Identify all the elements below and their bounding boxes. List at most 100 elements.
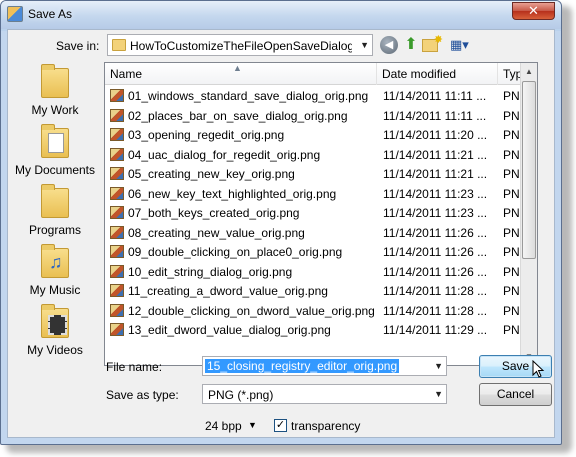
music-icon xyxy=(41,244,69,278)
file-date: 11/14/2011 11:21 ... xyxy=(383,147,488,162)
chevron-down-icon[interactable]: ▼ xyxy=(434,361,443,371)
dialog-client: Save in: HowToCustomizeTheFileOpenSaveDi… xyxy=(7,29,555,438)
save-as-type-label: Save as type: xyxy=(106,388,179,402)
png-file-icon xyxy=(110,108,124,122)
column-date-modified[interactable]: Date modified xyxy=(377,63,498,85)
paint-app-icon xyxy=(7,6,23,22)
file-name: 12_double_clicking_on_dword_value_orig.p… xyxy=(128,303,375,318)
scroll-thumb[interactable] xyxy=(522,81,536,259)
up-folder-icon[interactable]: ⬆ xyxy=(402,36,420,54)
file-name: 11_creating_a_dword_value_orig.png xyxy=(128,284,328,298)
png-file-icon xyxy=(110,303,124,317)
file-row[interactable]: 11_creating_a_dword_value_orig.png 11/14/… xyxy=(105,281,537,301)
png-file-icon xyxy=(110,147,124,161)
file-name-label: File name: xyxy=(106,360,163,374)
sort-ascending-icon: ▲ xyxy=(233,63,242,73)
place-my-videos[interactable]: My Videos xyxy=(8,304,102,357)
file-row[interactable]: 10_edit_string_dialog_orig.png 11/14/2011… xyxy=(105,262,537,282)
file-name-value: 15_closing_registry_editor_orig.png xyxy=(205,359,400,373)
file-name: 04_uac_dialog_for_regedit_orig.png xyxy=(128,147,321,162)
scroll-up-icon[interactable]: ▲ xyxy=(521,63,537,80)
folder-icon xyxy=(112,39,126,51)
file-date: 11/14/2011 11:26 ... xyxy=(383,245,488,259)
file-date: 11/14/2011 11:26 ... xyxy=(383,264,488,279)
file-date: 11/14/2011 11:23 ... xyxy=(383,186,488,201)
back-icon[interactable]: ◀ xyxy=(380,36,398,54)
place-label: My Music xyxy=(29,283,81,297)
save-in-value: HowToCustomizeTheFileOpenSaveDialogBox xyxy=(130,39,352,53)
documents-icon xyxy=(41,124,69,158)
png-file-icon xyxy=(110,245,124,258)
cancel-button[interactable]: Cancel xyxy=(479,383,552,406)
transparency-label: transparency xyxy=(291,419,361,433)
folder-icon xyxy=(41,64,69,98)
place-label: My Documents xyxy=(14,163,96,177)
window-title: Save As xyxy=(28,7,73,21)
file-row[interactable]: 06_new_key_text_highlighted_orig.png 11/1… xyxy=(105,184,537,204)
vertical-scrollbar[interactable]: ▲ ▼ xyxy=(520,63,537,365)
png-file-icon xyxy=(110,167,124,180)
folder-icon xyxy=(41,184,69,218)
file-date: 11/14/2011 11:28 ... xyxy=(383,284,488,298)
file-name: 13_edit_dword_value_dialog_orig.png xyxy=(128,323,331,337)
place-my-documents[interactable]: My Documents xyxy=(8,124,102,177)
place-programs[interactable]: Programs xyxy=(8,184,102,237)
file-row[interactable]: 12_double_clicking_on_dword_value_orig.p… xyxy=(105,301,537,321)
view-menu-icon[interactable]: ▦▾ xyxy=(450,36,476,54)
new-folder-icon[interactable]: ✸ xyxy=(422,34,443,52)
chevron-down-icon: ▼ xyxy=(360,40,369,50)
file-name: 03_opening_regedit_orig.png xyxy=(128,128,285,142)
column-header: ▲ Name Date modified Type xyxy=(105,63,537,85)
png-file-icon xyxy=(110,225,124,239)
file-name: 08_creating_new_value_orig.png xyxy=(128,225,305,240)
column-name[interactable]: ▲ Name xyxy=(105,63,377,85)
file-name-input[interactable]: 15_closing_registry_editor_orig.png ▼ xyxy=(202,356,447,376)
chevron-down-icon: ▼ xyxy=(434,389,443,399)
file-date: 11/14/2011 11:29 ... xyxy=(383,323,488,337)
file-name: 05_creating_new_key_orig.png xyxy=(128,167,295,181)
chevron-down-icon[interactable]: ▼ xyxy=(248,420,257,430)
file-date: 11/14/2011 11:23 ... xyxy=(383,206,488,220)
file-row[interactable]: 07_both_keys_created_orig.png 11/14/2011 … xyxy=(105,203,537,223)
save-in-dropdown[interactable]: HowToCustomizeTheFileOpenSaveDialogBox ▼ xyxy=(107,34,373,56)
file-date: 11/14/2011 11:21 ... xyxy=(383,167,488,181)
file-row[interactable]: 05_creating_new_key_orig.png 11/14/2011 1… xyxy=(105,164,537,184)
file-name: 10_edit_string_dialog_orig.png xyxy=(128,264,293,279)
file-date: 11/14/2011 11:11 ... xyxy=(383,89,487,103)
file-row[interactable]: 09_double_clicking_on_place0_orig.png 11/… xyxy=(105,242,537,262)
save-as-type-dropdown[interactable]: PNG (*.png) ▼ xyxy=(202,384,447,404)
save-as-dialog: Save As ✕ Save in: HowToCustomizeTheFile… xyxy=(0,0,562,445)
file-name: 07_both_keys_created_orig.png xyxy=(128,206,300,220)
file-name: 01_windows_standard_save_dialog_orig.png xyxy=(128,89,369,103)
place-label: My Work xyxy=(31,103,79,117)
bpp-value[interactable]: 24 bpp xyxy=(205,419,242,433)
place-label: My Videos xyxy=(27,343,83,357)
png-file-icon xyxy=(110,264,124,278)
title-bar[interactable]: Save As ✕ xyxy=(1,1,561,29)
file-rows: 01_windows_standard_save_dialog_orig.png… xyxy=(105,86,537,340)
png-file-icon xyxy=(110,284,124,297)
png-file-icon xyxy=(110,186,124,200)
file-name: 09_double_clicking_on_place0_orig.png xyxy=(128,245,343,259)
file-date: 11/14/2011 11:26 ... xyxy=(383,225,488,240)
png-file-icon xyxy=(110,89,124,102)
file-row[interactable]: 01_windows_standard_save_dialog_orig.png… xyxy=(105,86,537,106)
file-row[interactable]: 03_opening_regedit_orig.png 11/14/2011 11… xyxy=(105,125,537,145)
png-file-icon xyxy=(110,323,124,336)
file-list[interactable]: ▲ Name Date modified Type 01_windows_sta… xyxy=(104,62,538,366)
place-my-music[interactable]: My Music xyxy=(8,244,102,297)
transparency-checkbox[interactable]: ✓ xyxy=(274,419,287,432)
place-my-work[interactable]: My Work xyxy=(8,64,102,117)
file-name: 06_new_key_text_highlighted_orig.png xyxy=(128,186,337,201)
close-button[interactable]: ✕ xyxy=(512,2,555,20)
places-bar: My Work My Documents Programs My Music M… xyxy=(8,62,102,366)
file-row[interactable]: 13_edit_dword_value_dialog_orig.png 11/14… xyxy=(105,320,537,340)
save-in-label: Save in: xyxy=(56,39,100,53)
file-row[interactable]: 02_places_bar_on_save_dialog_orig.png 11/… xyxy=(105,106,537,126)
file-row[interactable]: 08_creating_new_value_orig.png 11/14/2011… xyxy=(105,223,537,243)
place-label: Programs xyxy=(28,223,81,237)
png-file-icon xyxy=(110,128,124,141)
videos-icon xyxy=(41,304,69,338)
file-row[interactable]: 04_uac_dialog_for_regedit_orig.png 11/14/… xyxy=(105,145,537,165)
save-as-type-value: PNG (*.png) xyxy=(208,388,274,402)
